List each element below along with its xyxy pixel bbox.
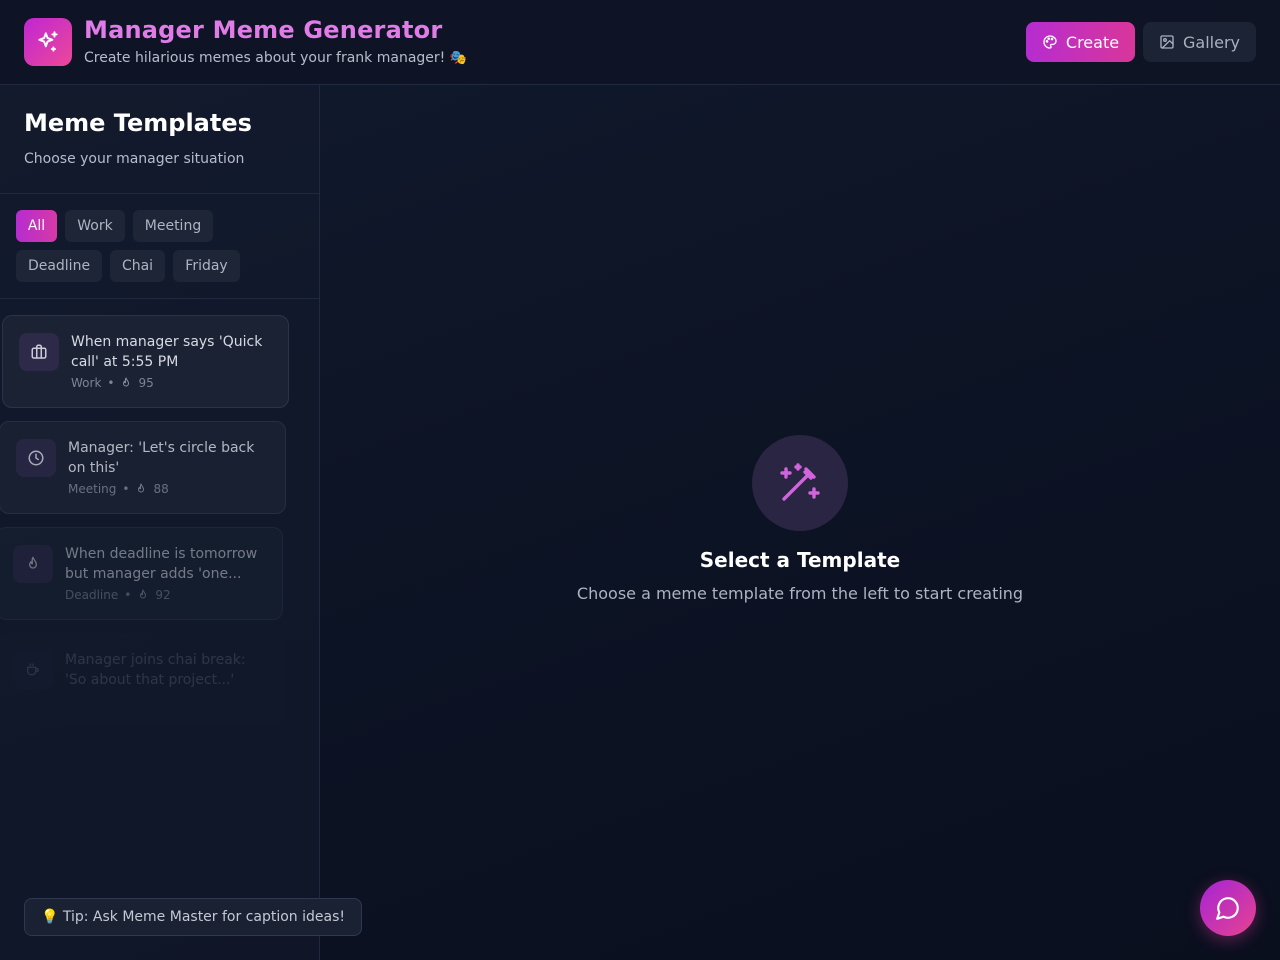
app-header: Manager Meme Generator Create hilarious …	[0, 0, 1280, 85]
coffee-icon	[13, 651, 53, 689]
filter-chip-work[interactable]: Work	[65, 210, 125, 242]
filter-chip-meeting[interactable]: Meeting	[133, 210, 213, 242]
filter-chip-chai[interactable]: Chai	[110, 250, 165, 282]
sidebar-title: Meme Templates	[24, 109, 252, 137]
divider	[0, 193, 319, 194]
template-score: 95	[138, 376, 154, 390]
app-title: Manager Meme Generator	[84, 16, 443, 44]
sparkles-logo-icon	[24, 18, 72, 66]
template-card[interactable]: When manager says 'Quick call' at 5:55 P…	[2, 315, 289, 408]
template-card[interactable]: Manager joins chai break: 'So about that…	[0, 633, 283, 726]
meta-separator: •	[107, 376, 115, 390]
meta-separator: •	[124, 588, 132, 602]
gallery-button[interactable]: Gallery	[1143, 22, 1256, 62]
chat-bubble-icon	[1216, 897, 1239, 920]
template-category: Work	[71, 376, 102, 390]
template-meta: Meeting • 88	[68, 482, 169, 496]
flame-icon	[138, 483, 145, 493]
template-title: Manager joins chai break: 'So about that…	[65, 652, 246, 688]
flame-icon	[140, 589, 147, 599]
template-title: When deadline is tomorrow but manager ad…	[65, 546, 258, 582]
create-button-label: Create	[1065, 32, 1120, 52]
magic-wand-icon	[752, 435, 848, 531]
tip-banner: 💡 Tip: Ask Meme Master for caption ideas…	[24, 898, 362, 936]
template-category: Meeting	[68, 482, 117, 496]
template-title: When manager says 'Quick call' at 5:55 P…	[71, 334, 263, 370]
palette-icon	[1043, 35, 1057, 49]
filter-chip-friday[interactable]: Friday	[173, 250, 240, 282]
filter-chip-deadline[interactable]: Deadline	[16, 250, 102, 282]
template-sidebar: Meme Templates Choose your manager situa…	[0, 85, 320, 960]
template-score: 92	[155, 588, 171, 602]
flame-icon	[123, 377, 130, 387]
template-meta: Work • 95	[71, 376, 154, 390]
template-card[interactable]: Manager: 'Let's circle back on this' Mee…	[0, 421, 286, 514]
empty-state-title: Select a Template	[699, 548, 901, 572]
create-button[interactable]: Create	[1026, 22, 1135, 62]
template-card[interactable]: When deadline is tomorrow but manager ad…	[0, 527, 283, 620]
empty-state-text: Choose a meme template from the left to …	[576, 584, 1024, 603]
template-title: Manager: 'Let's circle back on this'	[68, 440, 255, 476]
chat-button[interactable]	[1200, 880, 1256, 936]
template-meta: Deadline • 92	[65, 588, 171, 602]
flame-icon	[13, 545, 53, 583]
gallery-button-label: Gallery	[1183, 32, 1240, 52]
template-category: Deadline	[65, 588, 119, 602]
divider	[0, 298, 319, 299]
template-score: 88	[153, 482, 169, 496]
clock-icon	[16, 439, 56, 477]
filter-chip-all[interactable]: All	[16, 210, 57, 242]
sidebar-subtitle: Choose your manager situation	[24, 151, 245, 167]
briefcase-icon	[19, 333, 59, 371]
meta-separator: •	[122, 482, 130, 496]
image-icon	[1160, 35, 1174, 49]
app-subtitle: Create hilarious memes about your frank …	[84, 50, 468, 66]
